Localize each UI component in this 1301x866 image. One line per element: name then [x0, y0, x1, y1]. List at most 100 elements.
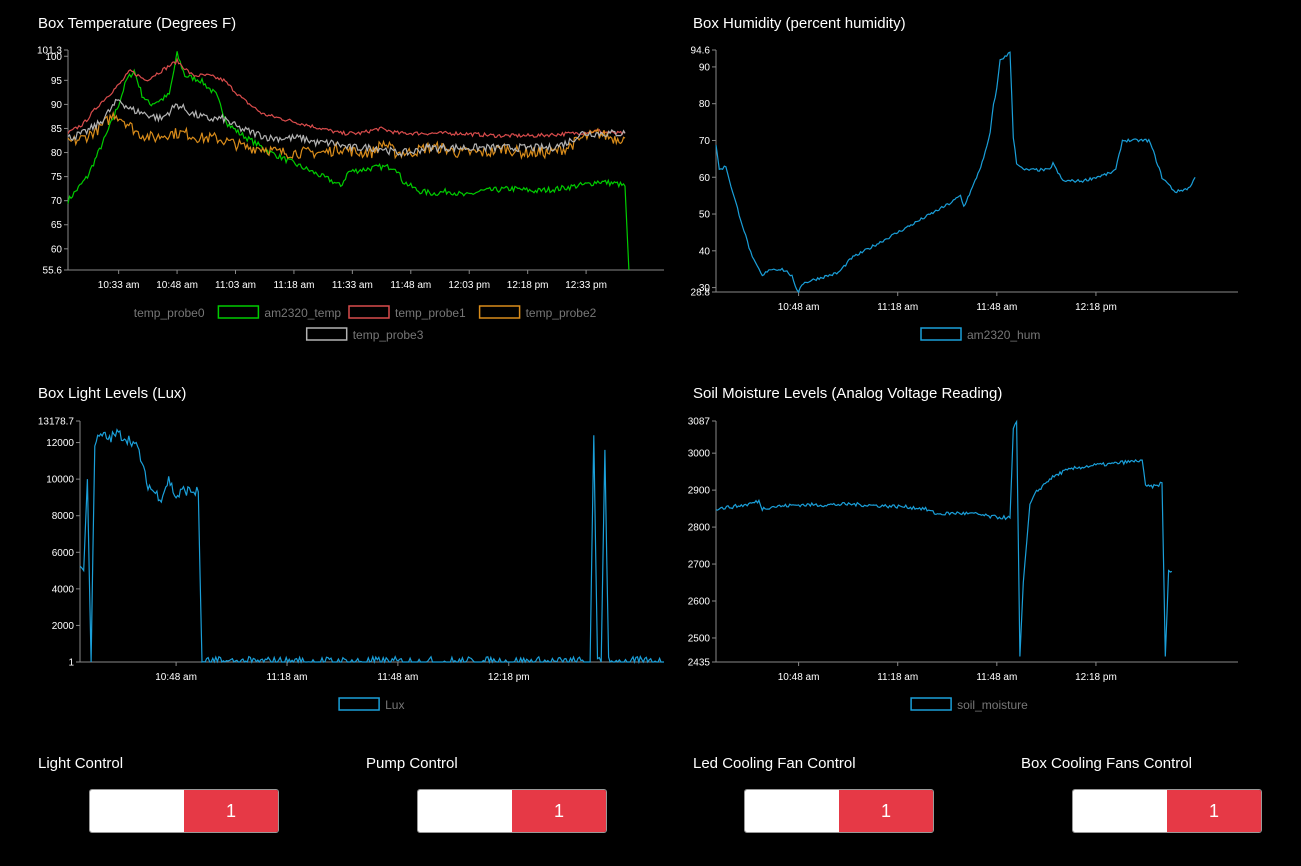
led-fan-toggle-off-segment[interactable]: [745, 790, 839, 832]
legend-label[interactable]: soil_moisture: [957, 698, 1028, 712]
temp-y-tick: 75: [51, 172, 68, 183]
led-fan-toggle-on-segment[interactable]: 1: [839, 790, 933, 832]
temp-x-tick: 11:33 am: [332, 270, 373, 291]
hum-y-tick-label: 50: [699, 210, 711, 221]
light-toggle-off-segment[interactable]: [90, 790, 184, 832]
legend-item-Lux[interactable]: Lux: [338, 697, 404, 712]
temp-x-tick-label: 11:03 am: [215, 280, 256, 291]
pump-toggle-on-segment[interactable]: 1: [512, 790, 606, 832]
legend-item-soil_moisture[interactable]: soil_moisture: [910, 697, 1028, 712]
soil-y-tick: 3087: [688, 417, 716, 428]
legend-label[interactable]: am2320_hum: [967, 328, 1040, 342]
hum-series-am2320_hum: [715, 51, 1196, 294]
legend-swatch[interactable]: [338, 697, 380, 711]
legend-swatch[interactable]: [920, 327, 962, 341]
temp-series-temp_probe1: [67, 57, 626, 139]
temp-chart: 101.3100959085807570656055.610:33 am 10:4…: [37, 46, 664, 342]
legend-swatch[interactable]: [217, 305, 260, 319]
hum-y-tick: 60: [699, 173, 716, 184]
hum-y-tick: 28.8: [691, 288, 716, 299]
lux-legend: Lux: [338, 697, 404, 712]
soil-x-tick: 11:48 am: [976, 662, 1017, 683]
lux-y-tick: 4000: [52, 584, 80, 595]
hum-x-tick-label: 11:48 am: [976, 302, 1017, 313]
temp-x-tick: 12:33 pm: [565, 270, 607, 291]
box-fans-control-toggle[interactable]: 1: [1072, 789, 1262, 833]
lux-y-tick-label: 12000: [46, 438, 74, 449]
lux-y-tick-label: 4000: [52, 584, 75, 595]
pump-control-label: Pump Control: [366, 755, 458, 772]
temp-y-tick-label: 60: [51, 244, 63, 255]
led-fan-control-toggle[interactable]: 1: [744, 789, 934, 833]
light-control-toggle[interactable]: 1: [89, 789, 279, 833]
legend-swatch[interactable]: [348, 305, 390, 319]
temp-y-tick-label: 75: [51, 172, 63, 183]
hum-y-tick-label: 28.8: [691, 288, 711, 299]
legend-label[interactable]: temp_probe2: [526, 306, 597, 320]
hum-y-tick: 40: [699, 246, 716, 257]
legend-swatch[interactable]: [305, 327, 348, 341]
soil-y-tick: 2700: [688, 560, 716, 571]
hum-x-tick: 10:48 am: [778, 292, 819, 313]
legend-item-temp_probe2[interactable]: temp_probe2: [478, 305, 597, 320]
soil-y-tick: 2800: [688, 523, 716, 534]
lux-y-tick-label: 13178.7: [38, 417, 75, 428]
legend-swatch[interactable]: [478, 305, 521, 319]
hum-y-tick-label: 80: [699, 99, 711, 110]
led-fan-control-label: Led Cooling Fan Control: [693, 755, 856, 772]
pump-control-toggle[interactable]: 1: [417, 789, 607, 833]
soil-x-tick: 12:18 pm: [1075, 662, 1117, 683]
box-fans-toggle-on-segment[interactable]: 1: [1167, 790, 1261, 832]
temp-x-tick-label: 11:48 am: [390, 280, 431, 291]
soil-legend: soil_moisture: [910, 697, 1028, 712]
light-toggle-on-segment[interactable]: 1: [184, 790, 278, 832]
lux-y-tick: 12000: [46, 438, 80, 449]
legend-label[interactable]: temp_probe3: [353, 328, 424, 342]
box-fans-toggle-off-segment[interactable]: [1073, 790, 1167, 832]
hum-legend: am2320_hum: [920, 327, 1040, 342]
hum-x-tick-label: 11:18 am: [877, 302, 918, 313]
temp-y-tick-label: 85: [51, 124, 63, 135]
temp-x-tick-label: 10:48 am: [156, 280, 198, 291]
hum-x-tick-label: 12:18 pm: [1075, 302, 1117, 313]
legend-label[interactable]: am2320_temp: [264, 306, 341, 320]
temp-y-tick: 100: [45, 52, 68, 63]
legend-label[interactable]: temp_probe0: [134, 306, 205, 320]
hum-y-tick-label: 90: [699, 62, 711, 73]
lux-x-tick-label: 12:18 pm: [488, 672, 530, 683]
light-control-label: Light Control: [38, 755, 124, 772]
pump-toggle-off-segment[interactable]: [418, 790, 512, 832]
legend-label[interactable]: Lux: [385, 698, 404, 712]
hum-x-tick: 11:18 am: [877, 292, 918, 313]
legend-swatch[interactable]: [910, 697, 952, 711]
hum-x-tick: 11:48 am: [976, 292, 1017, 313]
legend-item-temp_probe1[interactable]: temp_probe1: [348, 305, 466, 320]
temp-y-tick: 85: [51, 124, 68, 135]
lux-x-tick-label: 11:48 am: [377, 672, 418, 683]
lux-y-tick: 1: [68, 658, 80, 669]
temp-x-tick-label: 11:18 am: [273, 280, 314, 291]
hum-y-tick-label: 60: [699, 173, 711, 184]
soil-y-tick: 2500: [688, 633, 716, 644]
temp-y-tick-label: 100: [45, 52, 62, 63]
soil-y-tick: 2600: [688, 597, 716, 608]
hum-y-tick: 50: [699, 210, 716, 221]
temp-y-tick: 90: [51, 100, 68, 111]
temp-y-tick-label: 65: [51, 220, 63, 231]
hum-y-tick: 94.6: [691, 46, 716, 57]
legend-item-temp_probe0[interactable]: temp_probe0: [134, 306, 205, 320]
legend-item-am2320_temp[interactable]: am2320_temp: [217, 305, 341, 320]
hum-y-tick: 80: [699, 99, 716, 110]
soil-x-tick-label: 10:48 am: [778, 672, 820, 683]
legend-item-am2320_hum[interactable]: am2320_hum: [920, 327, 1040, 342]
legend-label[interactable]: temp_probe1: [395, 306, 466, 320]
temp-x-tick: 10:33 am: [98, 270, 139, 291]
legend-item-temp_probe3[interactable]: temp_probe3: [305, 327, 424, 342]
lux-y-tick-label: 8000: [52, 511, 75, 522]
temp-x-tick: 11:48 am: [390, 270, 431, 291]
lux-x-tick: 10:48 am: [155, 662, 197, 683]
soil-y-tick: 2435: [688, 658, 716, 669]
soil-y-tick-label: 2800: [688, 523, 711, 534]
temp-y-tick: 70: [51, 196, 68, 207]
temp-y-tick-label: 55.6: [43, 266, 63, 277]
